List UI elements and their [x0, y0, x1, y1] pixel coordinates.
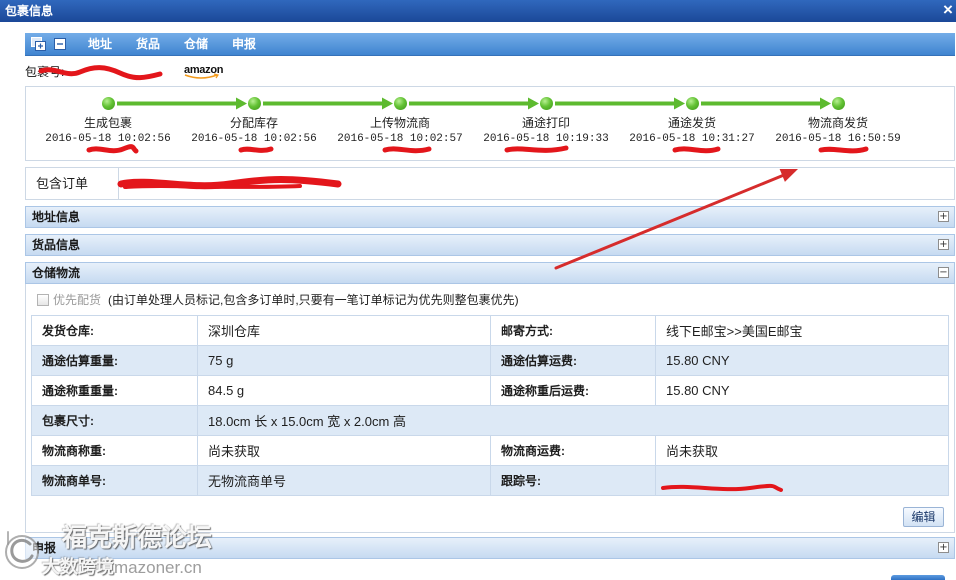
step-complete-dot [831, 97, 845, 110]
step-time: 2016-05-18 10:19:33 [483, 133, 609, 145]
section-title: 仓储物流 [32, 266, 81, 280]
step-label: 通途发货 [667, 116, 716, 130]
included-orders-label: 包含订单 [36, 176, 89, 191]
field-label: 通途估算运费: [490, 345, 656, 376]
expand-all-icon[interactable] [31, 37, 46, 51]
field-value: 15.80 CNY [655, 345, 949, 376]
toolbar-item-address[interactable]: 地址 [88, 33, 112, 55]
expand-toggle-icon[interactable]: + [938, 542, 949, 553]
field-label: 发货仓库: [31, 315, 198, 346]
step-complete-dot [393, 97, 407, 110]
timeline-step: 生成包裹 2016-05-18 10:02:56 [38, 87, 178, 160]
priority-note: (由订单处理人员标记,包含多订单时,只要有一笔订单标记为优先则整包裹优先) [108, 293, 519, 307]
toolbar-item-goods[interactable]: 货品 [136, 33, 160, 55]
field-value: 15.80 CNY [655, 375, 949, 406]
field-value: 无物流商单号 [197, 465, 491, 496]
priority-checkbox[interactable] [37, 294, 49, 306]
column-divider [118, 168, 119, 199]
field-label: 物流商单号: [31, 465, 198, 496]
step-label: 分配库存 [229, 116, 278, 130]
section-title: 货品信息 [32, 238, 81, 252]
field-label: 邮寄方式: [490, 315, 656, 346]
tracking-number-value [655, 465, 949, 496]
dialog-action-button[interactable] [891, 575, 945, 580]
section-header-declare[interactable]: 申报 + [25, 537, 955, 559]
timeline-step: 通途发货 2016-05-18 10:31:27 [622, 87, 762, 160]
step-label: 上传物流商 [369, 116, 430, 130]
section-header-goods[interactable]: 货品信息 + [25, 234, 955, 256]
priority-checkbox-label[interactable]: 优先配货 [53, 293, 101, 307]
section-header-logistics[interactable]: 仓储物流 − [25, 262, 955, 284]
table-row: 物流商称重: 尚未获取 物流商运费: 尚未获取 [31, 435, 949, 466]
table-row: 包裹尺寸: 18.0cm 长 x 15.0cm 宽 x 2.0cm 高 [31, 405, 949, 436]
step-complete-dot [539, 97, 553, 110]
step-complete-dot [101, 97, 115, 110]
expand-toggle-icon[interactable]: + [938, 239, 949, 250]
table-row: 物流商单号: 无物流商单号 跟踪号: [31, 465, 949, 496]
collapse-toggle-icon[interactable]: − [938, 267, 949, 278]
field-value: 尚未获取 [197, 435, 491, 466]
amazon-smile-icon [184, 73, 219, 79]
toolbar: 地址 货品 仓储 申报 [25, 33, 955, 56]
expand-toggle-icon[interactable]: + [938, 211, 949, 222]
amazon-logo: amazon [183, 63, 225, 81]
watermark-url: mazoner.cn [114, 558, 202, 577]
watermark-brand: 大数跨境 [42, 557, 114, 577]
field-label: 跟踪号: [490, 465, 656, 496]
edit-button[interactable]: 编辑 [903, 507, 944, 527]
watermark-subtitle: 大数跨境mazoner.cn [42, 556, 202, 578]
field-value: 75 g [197, 345, 491, 376]
section-title: 申报 [32, 541, 57, 555]
section-title: 地址信息 [32, 210, 81, 224]
timeline-step: 物流商发货 2016-05-18 16:50:59 [768, 87, 908, 160]
step-time: 2016-05-18 10:02:56 [191, 133, 317, 145]
toolbar-item-warehouse[interactable]: 仓储 [184, 33, 208, 55]
field-label: 包裹尺寸: [31, 405, 198, 436]
field-value: 尚未获取 [655, 435, 949, 466]
close-button[interactable]: × [940, 0, 956, 20]
step-label: 生成包裹 [83, 116, 132, 130]
field-value: 线下E邮宝>>美国E邮宝 [655, 315, 949, 346]
section-header-address[interactable]: 地址信息 + [25, 206, 955, 228]
field-value: 84.5 g [197, 375, 491, 406]
step-time: 2016-05-18 10:31:27 [629, 133, 755, 145]
timeline-step: 通途打印 2016-05-18 10:19:33 [476, 87, 616, 160]
table-row: 通途估算重量: 75 g 通途估算运费: 15.80 CNY [31, 345, 949, 376]
timeline-step: 上传物流商 2016-05-18 10:02:57 [330, 87, 470, 160]
step-label: 物流商发货 [807, 116, 868, 130]
field-label: 物流商运费: [490, 435, 656, 466]
timeline-step: 分配库存 2016-05-18 10:02:56 [184, 87, 324, 160]
field-label: 通途称重重量: [31, 375, 198, 406]
logistics-detail-table: 发货仓库: 深圳仓库 邮寄方式: 线下E邮宝>>美国E邮宝 通途估算重量: 75… [31, 315, 949, 496]
step-label: 通途打印 [521, 116, 570, 130]
dialog-title-bar: 包裹信息 × [0, 0, 956, 22]
dialog-title: 包裹信息 [5, 4, 54, 18]
collapse-all-icon[interactable] [54, 38, 66, 50]
toolbar-item-declare[interactable]: 申报 [232, 33, 256, 55]
step-time: 2016-05-18 10:02:57 [337, 133, 463, 145]
step-time: 2016-05-18 16:50:59 [775, 133, 901, 145]
field-value: 18.0cm 长 x 15.0cm 宽 x 2.0cm 高 [197, 405, 949, 436]
table-row: 发货仓库: 深圳仓库 邮寄方式: 线下E邮宝>>美国E邮宝 [31, 315, 949, 346]
package-number-label: 包裹号: [25, 65, 65, 79]
field-value: 深圳仓库 [197, 315, 491, 346]
field-label: 通途估算重量: [31, 345, 198, 376]
included-orders-row: 包含订单 [25, 167, 955, 200]
field-label: 通途称重后运费: [490, 375, 656, 406]
field-label: 物流商称重: [31, 435, 198, 466]
step-complete-dot [247, 97, 261, 110]
step-complete-dot [685, 97, 699, 110]
table-row: 通途称重重量: 84.5 g 通途称重后运费: 15.80 CNY [31, 375, 949, 406]
package-progress-timeline: 生成包裹 2016-05-18 10:02:56 分配库存 2016-05-18… [25, 86, 955, 161]
logistics-panel: 优先配货 (由订单处理人员标记,包含多订单时,只要有一笔订单标记为优先则整包裹优… [25, 284, 955, 533]
step-time: 2016-05-18 10:02:56 [45, 133, 171, 145]
